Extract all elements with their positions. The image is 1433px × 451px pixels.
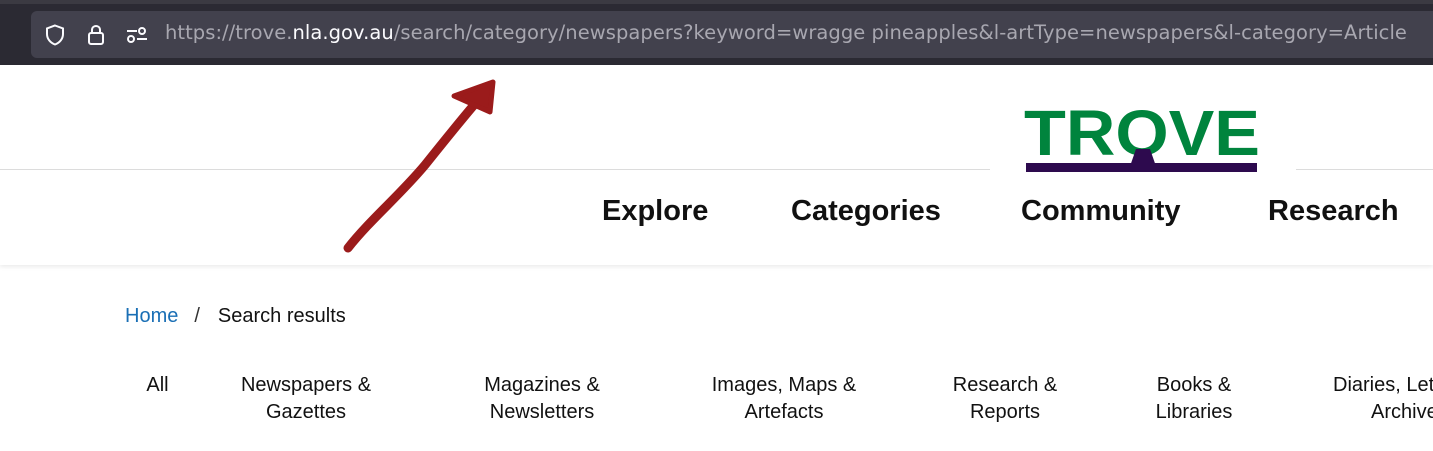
- category-label-line2: Newsletters: [489, 401, 595, 423]
- category-label-line2: Archive: [1371, 401, 1433, 423]
- category-label-line1: Magazines &: [484, 374, 600, 396]
- toolbar-top-edge: [0, 0, 1433, 4]
- breadcrumb-home-link[interactable]: Home: [125, 305, 178, 328]
- category-all-label: All: [146, 374, 169, 396]
- category-tab-diaries[interactable]: Diaries, Let Archive: [1333, 372, 1433, 426]
- trove-logo[interactable]: TROVE: [1024, 101, 1260, 175]
- category-tab-magazines[interactable]: Magazines & Newsletters: [480, 372, 604, 426]
- category-tab-newspapers[interactable]: Newspapers & Gazettes: [236, 372, 376, 426]
- page-settings-icon[interactable]: [125, 23, 149, 47]
- annotation-arrow: [343, 79, 496, 253]
- nav-categories[interactable]: Categories: [791, 195, 941, 228]
- category-label-line2: Libraries: [1155, 401, 1233, 423]
- category-label-line1: Diaries, Let: [1333, 374, 1433, 396]
- nav-explore[interactable]: Explore: [602, 195, 708, 228]
- breadcrumb-separator: /: [194, 305, 200, 327]
- category-tab-all[interactable]: All: [145, 372, 170, 399]
- shield-icon[interactable]: [43, 23, 67, 47]
- category-label-line2: Artefacts: [744, 401, 824, 423]
- category-label-line2: Gazettes: [265, 401, 347, 423]
- url-prefix: https://trove.: [165, 21, 293, 44]
- browser-toolbar: https://trove.nla.gov.au/search/category…: [0, 0, 1433, 65]
- category-tab-books[interactable]: Books & Libraries: [1150, 372, 1238, 426]
- category-tab-images[interactable]: Images, Maps & Artefacts: [708, 372, 860, 426]
- category-label-line1: Books &: [1156, 374, 1232, 396]
- url-host: nla.gov.au: [292, 21, 394, 44]
- category-label-line1: Newspapers &: [240, 374, 372, 396]
- url-text[interactable]: https://trove.nla.gov.au/search/category…: [165, 21, 1407, 44]
- address-bar[interactable]: https://trove.nla.gov.au/search/category…: [31, 11, 1433, 58]
- breadcrumb: Home / Search results: [125, 305, 346, 328]
- category-label-line1: Research &: [952, 374, 1058, 396]
- nav-research[interactable]: Research: [1268, 195, 1399, 228]
- category-tab-research[interactable]: Research & Reports: [950, 372, 1060, 426]
- breadcrumb-current: Search results: [217, 305, 346, 327]
- url-path: /search/category/newspapers?keyword=wrag…: [393, 21, 1407, 44]
- site-header: TROVE Explore Categories Community Resea…: [0, 65, 1433, 265]
- nav-community[interactable]: Community: [1021, 195, 1181, 228]
- category-label-line2: Reports: [969, 401, 1041, 423]
- category-label-line1: Images, Maps &: [711, 374, 857, 396]
- lock-icon[interactable]: [84, 23, 108, 47]
- header-divider-right: [1296, 169, 1433, 170]
